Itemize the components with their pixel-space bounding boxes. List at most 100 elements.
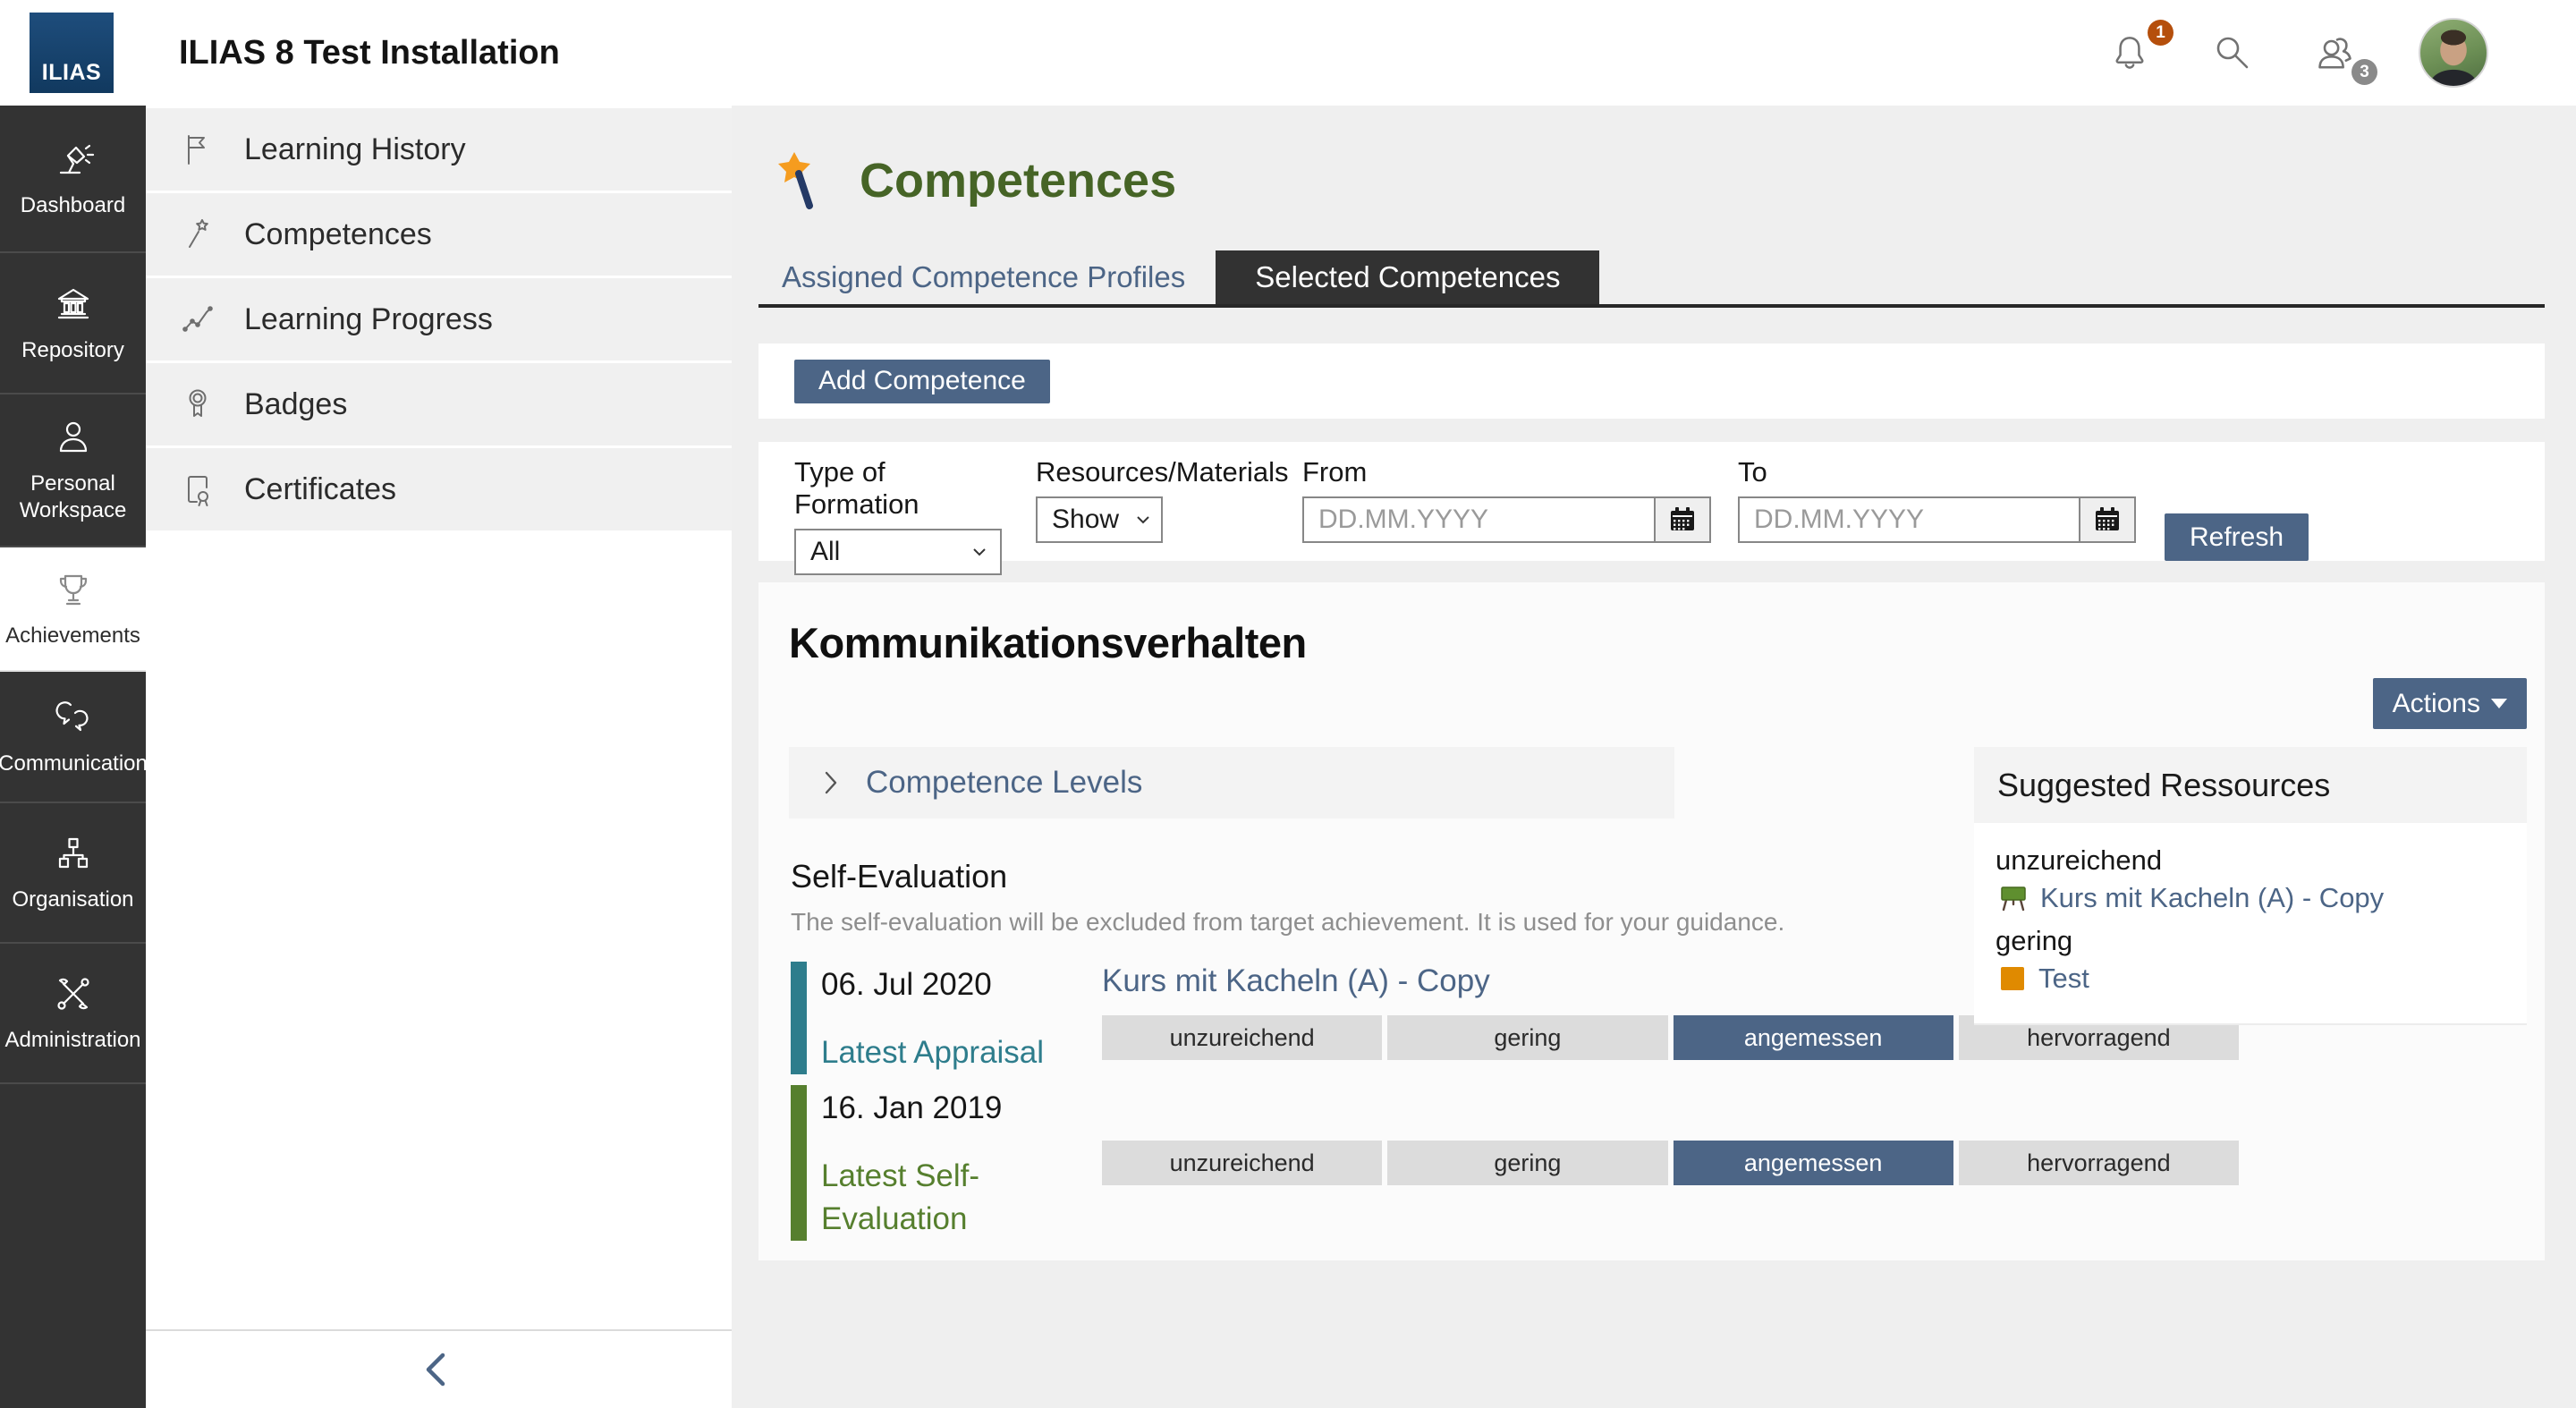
sidebar-item-label: Dashboard <box>21 192 125 219</box>
caret-down-icon <box>2491 699 2507 708</box>
competence-levels-toggle[interactable]: Competence Levels <box>789 747 1674 819</box>
page-title-row: Competences <box>772 150 2545 211</box>
chevron-right-icon <box>819 769 843 796</box>
slate-item-label: Learning History <box>244 132 466 167</box>
sidebar-item-dashboard[interactable]: Dashboard <box>0 106 146 253</box>
main-sidebar: Dashboard Repository Personal Workspace <box>0 106 146 1408</box>
from-date-input[interactable] <box>1302 496 1656 543</box>
collapse-slate-button[interactable] <box>146 1329 732 1408</box>
notifications-button[interactable]: 1 <box>2107 30 2152 75</box>
installation-title: ILIAS 8 Test Installation <box>179 34 560 72</box>
chevron-left-icon <box>419 1350 459 1389</box>
selected-value: Show <box>1052 505 1119 535</box>
tab-selected-competences[interactable]: Selected Competences <box>1216 250 1599 304</box>
sidebar-item-label: Achievements <box>5 623 140 649</box>
slate-item-learning-history[interactable]: Learning History <box>146 108 732 191</box>
sidebar-item-organisation[interactable]: Organisation <box>0 803 146 944</box>
top-header: ILIAS ILIAS 8 Test Installation 1 3 <box>0 0 2576 106</box>
competences-wand-icon <box>772 150 827 211</box>
test-object-icon <box>1999 965 2026 992</box>
slate-item-label: Badges <box>244 387 347 422</box>
selected-value: All <box>810 537 840 567</box>
to-date-input[interactable] <box>1738 496 2080 543</box>
suggested-resources-title: Suggested Ressources <box>1974 747 2527 823</box>
chevron-down-icon <box>971 546 987 558</box>
scale-segment: gering <box>1387 1141 1667 1185</box>
chat-icon <box>52 696 95 739</box>
actions-label: Actions <box>2393 689 2480 719</box>
competence-scale: unzureichend gering angemessen hervorrag… <box>1102 1141 2239 1185</box>
achievements-slate: Learning History Competences Learning Pr… <box>146 106 732 1408</box>
flag-icon <box>180 131 216 167</box>
calendar-icon <box>1668 505 1697 534</box>
filter-label: From <box>1302 456 1711 488</box>
trophy-icon <box>52 568 95 611</box>
chevron-down-icon <box>1135 513 1151 526</box>
filter-to: To <box>1738 456 2136 561</box>
orgchart-icon <box>52 832 95 875</box>
page-title: Competences <box>860 153 1176 208</box>
from-calendar-button[interactable] <box>1656 496 1711 543</box>
building-icon <box>52 283 95 326</box>
suggested-resource-link[interactable]: Test <box>2038 963 2089 995</box>
sidebar-item-administration[interactable]: Administration <box>0 944 146 1084</box>
entry-type-label: Latest Self-Evaluation <box>821 1155 1098 1241</box>
entry-accent-bar <box>791 962 807 1074</box>
scale-segment: unzureichend <box>1102 1015 1382 1060</box>
bell-icon <box>2107 30 2152 75</box>
user-avatar[interactable] <box>2419 18 2488 88</box>
scale-segment-selected: angemessen <box>1674 1141 1953 1185</box>
refresh-button[interactable]: Refresh <box>2165 513 2309 561</box>
filter-label: To <box>1738 456 2136 488</box>
slate-item-label: Certificates <box>244 472 396 507</box>
scale-segment: hervorragend <box>1959 1141 2239 1185</box>
entry-date: 16. Jan 2019 <box>821 1090 1098 1126</box>
sidebar-item-communication[interactable]: Communication <box>0 672 146 803</box>
scale-segment: gering <box>1387 1015 1667 1060</box>
main-content: Competences Assigned Competence Profiles… <box>732 106 2576 1408</box>
filter-type-of-formation: Type of Formation All <box>794 456 1009 561</box>
suggested-resource-link[interactable]: Kurs mit Kacheln (A) - Copy <box>2040 882 2384 914</box>
tab-assigned-competence-profiles[interactable]: Assigned Competence Profiles <box>758 250 1208 304</box>
filter-label: Type of Formation <box>794 456 1009 521</box>
actions-dropdown-button[interactable]: Actions <box>2373 678 2527 729</box>
entry-resource-link[interactable]: Kurs mit Kacheln (A) - Copy <box>1102 963 1490 999</box>
suggested-resource-row: Test <box>1999 963 2505 995</box>
slate-item-certificates[interactable]: Certificates <box>146 448 732 530</box>
sidebar-item-label: Administration <box>4 1027 140 1054</box>
suggested-resource-row: Kurs mit Kacheln (A) - Copy <box>1999 882 2505 914</box>
slate-item-label: Competences <box>244 217 432 252</box>
competence-title: Kommunikationsverhalten <box>789 618 2527 667</box>
slate-item-competences[interactable]: Competences <box>146 193 732 276</box>
contacts-button[interactable]: 3 <box>2313 30 2360 76</box>
add-competence-button[interactable]: Add Competence <box>794 360 1050 403</box>
type-of-formation-select[interactable]: All <box>794 529 1002 575</box>
timeline-entry: 16. Jan 2019 Latest Self-Evaluation unzu… <box>791 1085 2527 1241</box>
sidebar-item-personal-workspace[interactable]: Personal Workspace <box>0 394 146 547</box>
resources-materials-select[interactable]: Show <box>1036 496 1163 543</box>
scale-segment: unzureichend <box>1102 1141 1382 1185</box>
ilias-logo[interactable]: ILIAS <box>30 13 114 93</box>
certificate-icon <box>180 471 216 507</box>
header-actions: 1 3 <box>2107 0 2488 106</box>
filter-resources-materials: Resources/Materials Show <box>1036 456 1275 561</box>
sidebar-filler <box>0 1084 146 1408</box>
calendar-icon <box>2093 505 2122 534</box>
slate-item-learning-progress[interactable]: Learning Progress <box>146 278 732 360</box>
course-icon <box>1999 884 2028 912</box>
entry-date: 06. Jul 2020 <box>821 967 1098 1003</box>
filter-strip: Type of Formation All Resources/Material… <box>758 442 2545 561</box>
sidebar-item-label: Organisation <box>12 886 133 913</box>
to-calendar-button[interactable] <box>2080 496 2136 543</box>
tools-icon <box>52 972 95 1015</box>
contacts-badge: 3 <box>2351 59 2377 85</box>
scale-segment-selected: angemessen <box>1674 1015 1953 1060</box>
sidebar-item-repository[interactable]: Repository <box>0 253 146 394</box>
search-button[interactable] <box>2211 31 2254 74</box>
slate-item-badges[interactable]: Badges <box>146 363 732 445</box>
sidebar-item-label: Repository <box>21 337 124 364</box>
lamp-icon <box>52 138 95 181</box>
chart-icon <box>180 301 216 337</box>
sidebar-item-achievements[interactable]: Achievements <box>0 547 146 672</box>
sidebar-item-label: Personal Workspace <box>5 471 140 524</box>
